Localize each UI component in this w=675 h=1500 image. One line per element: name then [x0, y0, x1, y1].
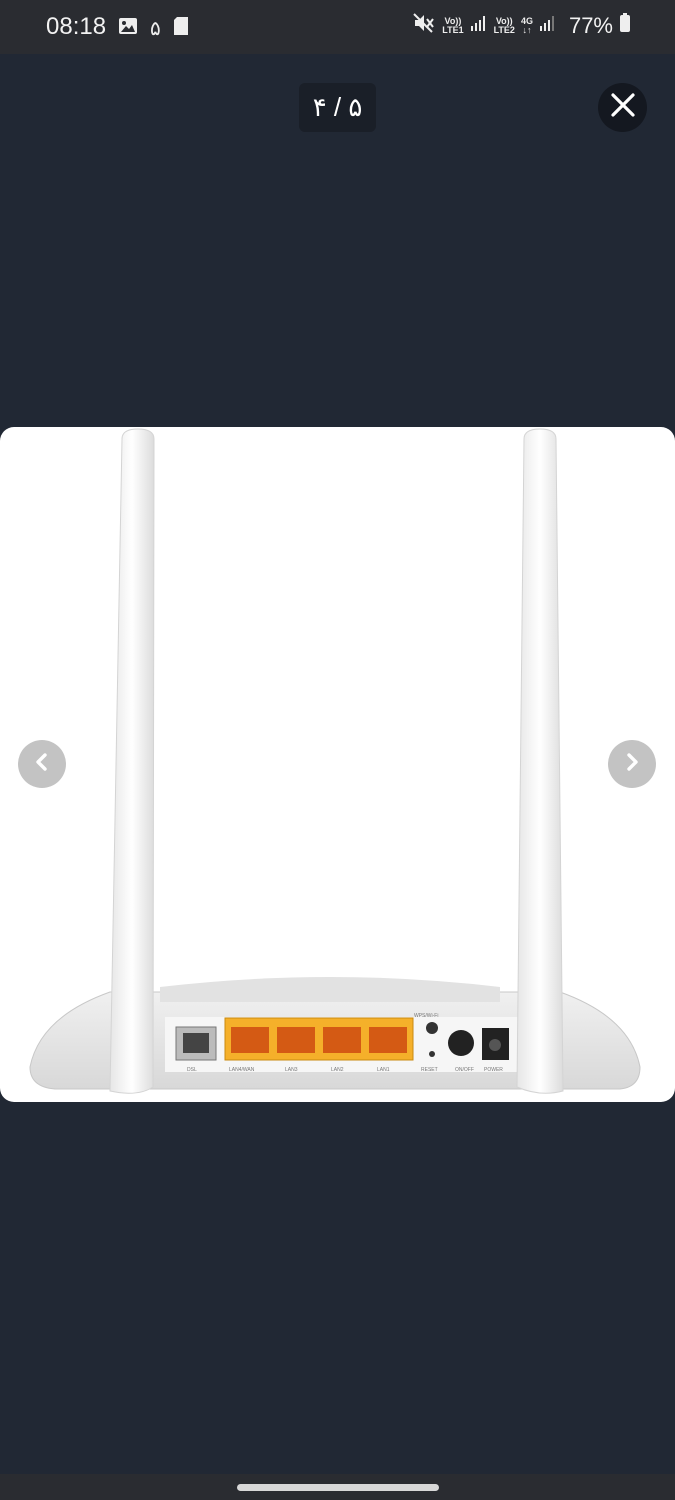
port-label-lan2: LAN2	[331, 1067, 344, 1073]
port-label-lan1: LAN1	[377, 1067, 390, 1073]
chevron-left-icon	[33, 752, 51, 777]
image-counter: ۴ / ۵	[299, 83, 376, 132]
next-image-button[interactable]	[608, 740, 656, 788]
port-label-onoff: ON/OFF	[455, 1067, 474, 1073]
port-label-power: POWER	[484, 1067, 503, 1073]
sd-card-icon	[173, 16, 189, 41]
close-button[interactable]	[598, 83, 647, 132]
previous-image-button[interactable]	[18, 740, 66, 788]
mute-icon	[412, 12, 436, 39]
network1-label: Vo)) LTE1	[442, 15, 464, 35]
status-bar: 08:18 ۵ Vo)) LTE1 Vo)) LTE2 4G ↓↑ 77%	[0, 0, 675, 54]
battery-icon	[619, 13, 631, 38]
port-label-lan3: LAN3	[285, 1067, 298, 1073]
network2-label: Vo)) LTE2	[493, 15, 515, 35]
router-back-panel-image: DSL LAN4/WAN LAN3 LAN2 LAN1 WPS/Wi-Fi RE…	[29, 428, 641, 1094]
data-type-label: 4G ↓↑	[520, 15, 533, 35]
port-label-dsl: DSL	[187, 1067, 197, 1073]
chevron-right-icon	[623, 752, 641, 777]
close-icon	[610, 92, 636, 123]
product-image: DSL LAN4/WAN LAN3 LAN2 LAN1 WPS/Wi-Fi RE…	[0, 427, 675, 1102]
battery-percent: 77%	[568, 12, 613, 38]
port-label-lan4: LAN4/WAN	[229, 1067, 255, 1073]
status-right-icons: Vo)) LTE1 Vo)) LTE2 4G ↓↑ 77%	[412, 12, 631, 39]
signal-icon	[539, 14, 557, 37]
home-gesture-handle[interactable]	[237, 1484, 439, 1491]
gallery-icon	[118, 16, 138, 41]
status-left-icons: ۵	[118, 16, 189, 41]
system-navigation-bar	[0, 1474, 675, 1500]
port-label-reset: RESET	[421, 1067, 438, 1073]
signal-icon	[470, 14, 488, 37]
port-label-wps: WPS/Wi-Fi	[414, 1013, 438, 1019]
notification-digit: ۵	[150, 18, 161, 40]
status-time: 08:18	[46, 13, 107, 40]
